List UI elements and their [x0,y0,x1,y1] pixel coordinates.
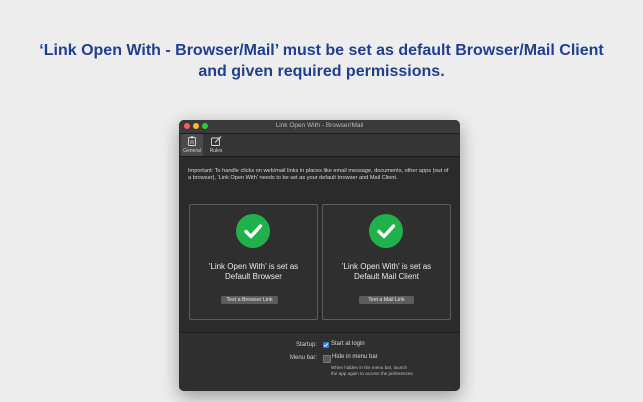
preferences-window: Link Open With - Browser/Mail General Ru… [179,120,460,391]
hide-in-menu-bar-label[interactable]: Hide in menu bar [332,354,378,360]
browser-status-text: 'Link Open With' is set as Default Brows… [192,262,315,282]
start-at-login-checkbox[interactable] [323,342,329,348]
settings-section: Startup: Start at login Menu bar: Hide i… [179,333,460,391]
checkmark-icon [377,224,396,239]
menu-bar-hint-line-2: the app again to access the preferences [331,371,413,376]
title-bar[interactable]: Link Open With - Browser/Mail [179,120,460,134]
mail-status-check [369,214,403,248]
test-browser-link-button[interactable]: Test a Browser Link [221,296,278,304]
hide-in-menu-bar-checkbox[interactable] [323,355,331,363]
startup-label: Startup: [295,342,317,348]
tab-rules-label: Rules [209,148,223,154]
headline-line-2: and given required permissions. [198,63,445,80]
tab-general[interactable]: General [181,134,203,156]
mail-status-line-2: Default Mail Client [354,272,419,281]
test-mail-link-button[interactable]: Test a Mail Link [359,296,414,304]
checkbox-check-icon [323,343,329,347]
headline-line-1: ‘Link Open With - Browser/Mail’ must be … [39,42,604,59]
checkmark-icon [244,224,263,239]
mail-status-line-1: 'Link Open With' is set as [341,262,432,271]
general-pane: Important: To handle clicks on web/mail … [179,157,460,391]
tab-general-label: General [183,148,201,154]
window-title: Link Open With - Browser/Mail [275,122,364,129]
tab-rules[interactable]: Rules [205,134,227,156]
mail-status-text: 'Link Open With' is set as Default Mail … [325,262,448,282]
general-icon [188,135,196,146]
menu-bar-label: Menu bar: [289,355,317,361]
browser-status-line-1: 'Link Open With' is set as [208,262,299,271]
browser-status-line-2: Default Browser [225,272,282,281]
toolbar: General Rules [179,134,460,157]
important-notice: Important: To handle clicks on web/mail … [188,168,449,182]
headline: ‘Link Open With - Browser/Mail’ must be … [0,40,643,82]
default-mail-card: 'Link Open With' is set as Default Mail … [322,204,451,320]
browser-status-check [236,214,270,248]
rules-edit-icon [210,135,222,146]
default-browser-card: 'Link Open With' is set as Default Brows… [189,204,318,320]
menu-bar-hint: When hidden in the menu bar, launch the … [331,365,413,377]
start-at-login-label[interactable]: Start at login [331,341,365,347]
